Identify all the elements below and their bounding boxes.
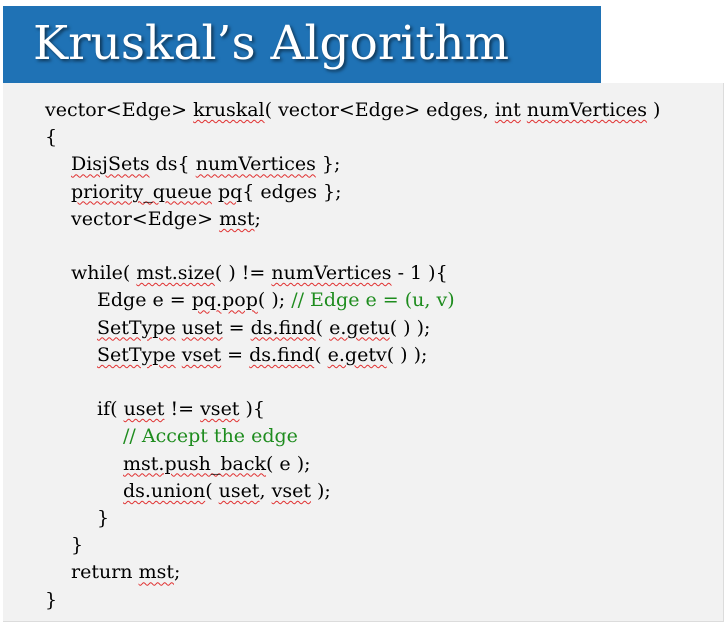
code-token: uset [218, 479, 260, 502]
code-token: ( e ); [265, 452, 311, 475]
code-token: ( vector<Edge> edges, [264, 99, 495, 121]
code-token: Edge e = [97, 289, 192, 312]
title-banner: Kruskal’s Algorithm [3, 6, 601, 83]
code-token: mst [138, 561, 174, 584]
code-line: } [45, 587, 57, 614]
slide-title: Kruskal’s Algorithm [33, 16, 510, 71]
code-token: uset [181, 316, 223, 339]
code-token: kruskal [193, 99, 265, 121]
code-line: priority_queue pq{ edges }; [71, 179, 342, 206]
code-token: ( [205, 479, 219, 502]
code-line: { [45, 124, 57, 151]
code-token: ; [173, 561, 181, 584]
code-token: vset [181, 343, 222, 366]
code-comment: // Accept the edge [123, 425, 298, 448]
code-line: SetType uset = ds.find( e.getu( ) ); [97, 315, 430, 342]
code-token: numVertices [195, 153, 316, 176]
code-token: numVertices [526, 99, 647, 121]
code-token: } [45, 588, 58, 611]
code-token: - 1 ){ [391, 262, 448, 285]
code-token: SetType [97, 343, 176, 366]
code-token: vector<Edge> [71, 207, 220, 230]
code-token: = [222, 316, 251, 339]
code-token: } [97, 507, 110, 529]
code-token: e.getv [327, 343, 387, 366]
code-token: ( ) ); [389, 316, 431, 339]
code-line: return mst; [71, 559, 180, 586]
code-token: ( [314, 343, 328, 366]
code-token: if( [97, 398, 124, 421]
code-token: }; [315, 153, 341, 176]
code-token: mst [219, 207, 255, 230]
code-token: int [494, 99, 521, 121]
code-token: ); [310, 479, 331, 502]
code-token: ){ [239, 398, 265, 421]
code-token: ( ); [257, 289, 292, 312]
code-token: ds.find [249, 343, 315, 366]
code-token: ( ) ); [386, 343, 428, 366]
code-line: Edge e = pq.pop( ); // Edge e = (u, v) [97, 287, 455, 314]
code-token: != [164, 398, 201, 421]
code-token: numVertices [271, 262, 392, 285]
code-token: , [259, 479, 272, 502]
code-token: ds.union [123, 479, 206, 502]
code-line: ds.union( uset, vset ); [123, 478, 331, 505]
code-token: return [71, 561, 139, 584]
code-line: } [71, 532, 83, 559]
code-token: DisjSets [71, 153, 150, 176]
code-line: if( uset != vset ){ [97, 396, 265, 423]
code-line: // Accept the edge [123, 423, 298, 450]
code-token: ( ) != [214, 262, 272, 285]
code-token: ds.find [250, 316, 316, 339]
code-token: mst.push_back [123, 452, 266, 475]
code-line: DisjSets ds{ numVertices }; [71, 151, 340, 178]
code-token: uset [123, 398, 165, 421]
code-token: { [45, 126, 58, 149]
code-comment: // Edge e = (u, v) [291, 289, 455, 312]
code-line: mst.push_back( e ); [123, 451, 311, 478]
code-token: while( [71, 262, 137, 285]
code-line: } [97, 505, 109, 532]
code-token: mst.size [136, 262, 215, 285]
code-token: vset [200, 398, 240, 421]
code-token: } [71, 534, 84, 557]
code-token: pq.pop [191, 289, 258, 312]
code-block: vector<Edge> kruskal( vector<Edge> edges… [3, 83, 724, 622]
code-token: vset [271, 479, 311, 502]
code-token: vector<Edge> [45, 99, 194, 121]
code-token: e.getu [329, 316, 390, 339]
code-token: pq [217, 180, 243, 203]
code-token: ) [646, 99, 661, 121]
code-line: while( mst.size( ) != numVertices - 1 ){ [71, 260, 448, 287]
code-line: vector<Edge> kruskal( vector<Edge> edges… [45, 97, 660, 124]
code-token: ; [254, 207, 261, 230]
code-token: = [221, 343, 250, 366]
code-line: vector<Edge> mst; [71, 206, 261, 233]
code-token: { edges }; [242, 180, 342, 203]
code-token: ds{ [149, 153, 196, 176]
code-token: ( [315, 316, 330, 339]
code-token: priority_queue [71, 180, 212, 203]
code-token: SetType [97, 316, 176, 339]
code-line: SetType vset = ds.find( e.getv( ) ); [97, 342, 427, 369]
